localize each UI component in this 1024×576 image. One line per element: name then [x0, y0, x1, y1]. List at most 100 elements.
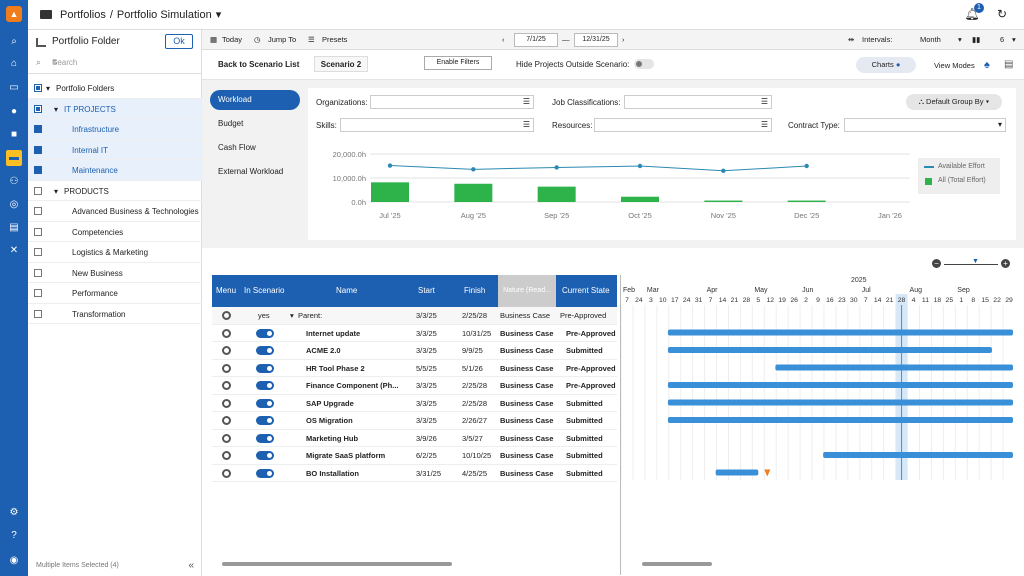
gantt-bar[interactable] [775, 364, 1013, 371]
tree-checkbox[interactable] [34, 166, 42, 174]
breadcrumb-root[interactable]: Portfolios [60, 9, 106, 21]
bar-total-effort[interactable] [787, 200, 826, 202]
next-period-icon[interactable]: › [622, 35, 625, 44]
table-row[interactable]: ACME 2.0 3/3/25 9/9/25 Business Case Submitt… [212, 342, 617, 360]
table-row[interactable]: Marketing Hub 3/9/26 3/5/27 Business Case Su… [212, 430, 617, 447]
monitor-icon[interactable]: ▭ [6, 80, 22, 96]
col-nature[interactable]: Nature (Read... [498, 275, 556, 307]
gear-icon[interactable] [222, 328, 231, 338]
project-name[interactable]: ACME 2.0 [306, 346, 341, 355]
in-scenario-toggle[interactable] [256, 363, 274, 373]
gear-icon[interactable] [222, 433, 231, 443]
gear-icon[interactable] [222, 398, 231, 408]
gantt-bar[interactable] [667, 382, 1013, 388]
resources-field[interactable]: ☰ [594, 118, 772, 132]
gear-icon[interactable] [222, 416, 231, 425]
tree-item[interactable]: Advanced Business & Technologies [28, 201, 202, 222]
today-button[interactable]: Today [222, 35, 242, 44]
zoom-slider[interactable]: − ▼ + [932, 258, 1010, 269]
legend-available-effort[interactable]: Available Effort [938, 163, 985, 170]
tree-checkbox[interactable] [34, 227, 42, 236]
enable-filters-button[interactable]: Enable Filters [424, 56, 492, 70]
view-modes-button[interactable]: View Modes [934, 61, 975, 70]
skills-field[interactable]: ☰ [340, 118, 534, 132]
chevron-down-icon[interactable]: ▾ [1012, 35, 1016, 44]
refresh-icon[interactable]: ↻ [994, 7, 1010, 23]
tree-checkbox[interactable] [34, 145, 42, 154]
table-row[interactable]: OS Migration 3/3/25 2/26/27 Business Case Su… [212, 412, 617, 430]
folder-search[interactable]: ⌕ Search ≡ [28, 52, 201, 74]
expand-arrow-icon[interactable]: ▾ [290, 311, 294, 320]
tree-item[interactable]: Internal IT [28, 139, 202, 160]
project-name[interactable]: Finance Component (Ph... [306, 381, 399, 390]
report-icon[interactable]: ▤ [6, 220, 22, 236]
avatar[interactable]: ◉ [6, 553, 22, 569]
col-finish[interactable]: Finish [464, 286, 485, 295]
app-logo[interactable]: ▲ [6, 6, 22, 22]
table-row[interactable]: SAP Upgrade 3/3/25 2/25/28 Business Case Sub… [212, 395, 617, 412]
sliders-icon[interactable]: ☰ [308, 35, 315, 44]
home-icon[interactable]: ⌂ [6, 56, 22, 72]
start-date-field[interactable]: 7/1/25 [514, 33, 558, 47]
gantt-bar[interactable] [715, 469, 759, 476]
columns-select[interactable]: 6 [1000, 35, 1004, 44]
tree-item[interactable]: ▾ Portfolio Folders [28, 78, 202, 99]
search-icon[interactable]: ⌕ [6, 34, 22, 50]
clock-icon[interactable]: ◷ [254, 35, 261, 44]
in-scenario-toggle[interactable] [256, 451, 274, 460]
tree-item[interactable]: ▾ PRODUCTS [28, 181, 202, 201]
in-scenario-toggle[interactable] [256, 346, 274, 355]
tree-checkbox[interactable] [34, 289, 42, 297]
tree-checkbox[interactable] [34, 84, 42, 92]
expand-arrow-icon[interactable]: ▾ [54, 187, 58, 196]
tree-item[interactable]: Infrastructure [28, 119, 202, 140]
zoom-out-icon[interactable]: − [932, 259, 941, 268]
bar-total-effort[interactable] [621, 196, 659, 202]
in-scenario-toggle[interactable] [256, 398, 274, 408]
project-name[interactable]: OS Migration [306, 416, 353, 425]
expand-arrow-icon[interactable]: ▾ [54, 105, 58, 114]
table-row[interactable]: HR Tool Phase 2 5/5/25 5/1/26 Business Case… [212, 360, 617, 377]
gantt-scrollbar[interactable] [642, 562, 712, 566]
project-name[interactable]: Migrate SaaS platform [306, 451, 385, 460]
gantt-bar[interactable] [667, 399, 1013, 406]
presets-button[interactable]: Presets [322, 35, 347, 44]
tree-item[interactable]: Maintenance [28, 160, 202, 181]
gantt-bar[interactable] [667, 329, 1013, 336]
gear-icon[interactable] [222, 346, 231, 355]
project-name[interactable]: Internet update [306, 329, 360, 338]
gear-icon[interactable] [222, 381, 231, 390]
tree-checkbox[interactable] [34, 186, 42, 195]
tree-checkbox[interactable] [34, 104, 42, 113]
filter-icon[interactable]: ≡ [52, 57, 193, 67]
tree-item[interactable]: New Business [28, 263, 202, 283]
expand-arrow-icon[interactable]: ▾ [46, 84, 50, 93]
col-current-state[interactable]: Current State [562, 286, 610, 295]
bar-total-effort[interactable] [371, 182, 409, 202]
tree-checkbox[interactable] [34, 207, 42, 215]
in-scenario-toggle[interactable] [256, 328, 274, 338]
project-name[interactable]: Marketing Hub [306, 434, 358, 443]
tools-icon[interactable]: ✕ [6, 243, 22, 259]
view-mode-icon[interactable]: ♠ [984, 59, 990, 71]
jump-to-button[interactable]: Jump To [268, 35, 296, 44]
project-name[interactable]: HR Tool Phase 2 [306, 364, 365, 373]
point-available-effort[interactable] [721, 168, 726, 173]
table-row[interactable]: Internet update 3/3/25 10/31/25 Business Ca… [212, 325, 617, 342]
tree-item[interactable]: Logistics & Marketing [28, 242, 202, 263]
table-scrollbar[interactable] [222, 562, 452, 566]
tab-cash-flow[interactable]: Cash Flow [210, 138, 300, 158]
tree-item[interactable]: ▾ IT PROJECTS [28, 98, 202, 119]
export-icon[interactable]: ▤ [1004, 59, 1013, 70]
lightbulb-icon[interactable]: ● [6, 104, 22, 120]
prev-period-icon[interactable]: ‹ [502, 35, 505, 44]
tree-checkbox[interactable] [34, 268, 42, 277]
legend-total-effort[interactable]: All (Total Effort) [938, 177, 986, 184]
tab-budget[interactable]: Budget [210, 114, 300, 134]
in-scenario-toggle[interactable] [256, 381, 274, 390]
col-menu[interactable]: Menu [216, 286, 236, 295]
gantt-bar[interactable] [667, 347, 992, 353]
tab-workload[interactable]: Workload [210, 90, 300, 110]
gantt-bar[interactable] [667, 417, 1013, 423]
table-row[interactable]: Finance Component (Ph... 3/3/25 2/25/28 Bus… [212, 377, 617, 395]
